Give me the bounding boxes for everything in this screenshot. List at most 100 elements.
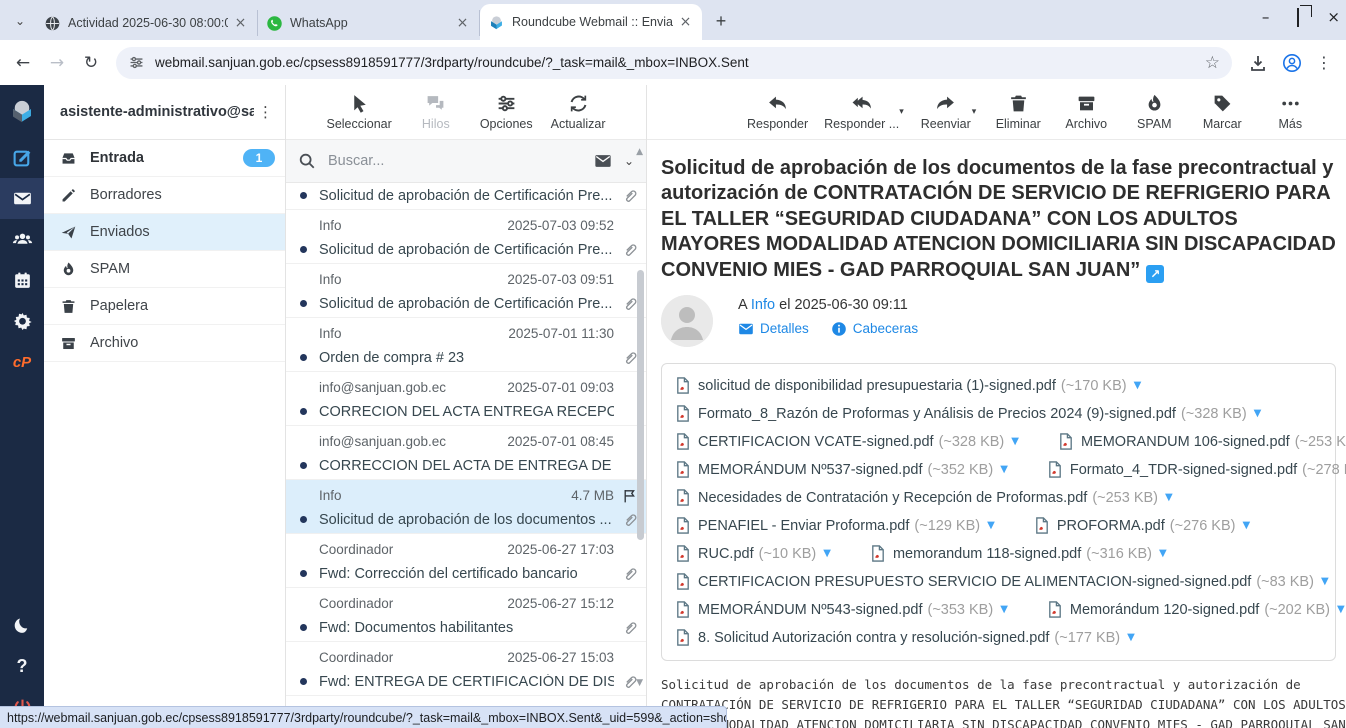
window-restore-button[interactable] [1297,9,1299,26]
attachment-item[interactable]: PENAFIEL - Enviar Proforma.pdf (~129 KB)… [676,517,995,534]
mail-toolbar-marcar[interactable]: Marcar [1196,93,1248,131]
list-toolbar-hilos[interactable]: Hilos [410,93,462,131]
browser-tab[interactable]: Actividad 2025-06-30 08:00:00 × [36,10,258,36]
tab-close-icon[interactable]: × [454,15,471,32]
mail-toolbar-responder-[interactable]: Responder ... [824,93,899,131]
profile-icon[interactable] [1282,53,1302,73]
reload-icon[interactable]: ↻ [76,48,106,78]
attachment-name[interactable]: memorandum 118-signed.pdf [893,546,1081,562]
rail-dark-mode-icon[interactable] [0,605,44,646]
attachment-menu-caret-icon[interactable]: ▼ [823,548,831,559]
folder-item-entrada[interactable]: Entrada 1 [44,140,285,177]
recipient-link[interactable]: Info [751,297,775,313]
folder-item-borradores[interactable]: Borradores [44,177,285,214]
mail-toolbar-archivo[interactable]: Archivo [1060,93,1112,131]
attachment-name[interactable]: Formato_8_Razón de Proformas y Análisis … [698,406,1176,422]
browser-menu-icon[interactable]: ⋮ [1316,53,1332,72]
attachment-menu-caret-icon[interactable]: ▼ [1011,436,1019,447]
list-toolbar-opciones[interactable]: Opciones [480,93,533,131]
message-list-item[interactable]: Solicitud de aprobación de Certificación… [286,183,646,210]
attachment-item[interactable]: CERTIFICACION PRESUPUESTO SERVICIO DE AL… [676,573,1329,590]
rail-contacts-icon[interactable] [0,219,44,260]
attachment-item[interactable]: Memorándum 120-signed.pdf (~202 KB) ▼ [1048,601,1345,618]
attachment-menu-caret-icon[interactable]: ▼ [1127,632,1135,643]
dropdown-caret-icon[interactable]: ▾ [972,107,977,117]
attachment-name[interactable]: RUC.pdf [698,546,754,562]
url-text[interactable]: webmail.sanjuan.gob.ec/cpsess8918591777/… [155,55,1205,70]
attachment-menu-caret-icon[interactable]: ▼ [1000,464,1008,475]
bookmark-star-icon[interactable]: ☆ [1205,53,1220,73]
message-list-item[interactable]: Info 2025-07-03 09:52 Solicitud de aprob… [286,210,646,264]
mail-toolbar-más[interactable]: Más [1264,93,1316,131]
attachment-menu-caret-icon[interactable]: ▼ [1242,520,1250,531]
attachment-name[interactable]: Formato_4_TDR-signed-signed.pdf [1070,462,1297,478]
search-input[interactable] [326,152,594,170]
attachment-name[interactable]: CERTIFICACION VCATE-signed.pdf [698,434,934,450]
attachment-name[interactable]: 8. Solicitud Autorización contra y resol… [698,630,1049,646]
headers-toggle[interactable]: Cabeceras [831,321,918,337]
new-tab-button[interactable]: + [708,8,734,34]
attachment-item[interactable]: MEMORÁNDUM Nº537-signed.pdf (~352 KB) ▼ [676,461,1008,478]
attachment-menu-caret-icon[interactable]: ▼ [1254,408,1262,419]
attachment-item[interactable]: 8. Solicitud Autorización contra y resol… [676,629,1135,646]
rail-calendar-icon[interactable] [0,260,44,301]
message-list-item[interactable]: Info 2025-07-03 09:51 Solicitud de aprob… [286,264,646,318]
attachment-item[interactable]: MEMORANDUM 106-signed.pdf (~253 KB) ▼ [1059,433,1346,450]
tab-close-icon[interactable]: × [232,15,249,32]
message-list-item[interactable]: Coordinador 2025-06-27 15:12 Fwd: Docume… [286,588,646,642]
account-header[interactable]: asistente-administrativo@sa... ⋮ [44,85,285,140]
account-menu-icon[interactable]: ⋮ [254,103,277,121]
search-scope-envelope-icon[interactable] [594,152,612,170]
attachment-name[interactable]: PENAFIEL - Enviar Proforma.pdf [698,518,909,534]
site-settings-icon[interactable] [128,54,145,71]
folder-item-spam[interactable]: SPAM [44,251,285,288]
attachment-menu-caret-icon[interactable]: ▼ [1000,604,1008,615]
open-in-new-window-icon[interactable]: ↗ [1146,265,1164,283]
message-list-item[interactable]: Coordinador 2025-06-27 17:03 Fwd: Correc… [286,534,646,588]
search-bar[interactable]: ⌄ [286,140,646,183]
downloads-icon[interactable] [1248,53,1268,73]
rail-mail-icon[interactable] [0,178,44,219]
attachment-menu-caret-icon[interactable]: ▼ [1337,604,1345,615]
scrollbar-up-icon[interactable]: ▲ [636,147,643,157]
attachment-name[interactable]: PROFORMA.pdf [1057,518,1165,534]
scrollbar-down-icon[interactable]: ▼ [636,678,643,688]
attachment-name[interactable]: CERTIFICACION PRESUPUESTO SERVICIO DE AL… [698,574,1251,590]
list-toolbar-seleccionar[interactable]: Seleccionar [326,93,391,131]
attachment-menu-caret-icon[interactable]: ▼ [1321,576,1329,587]
attachment-menu-caret-icon[interactable]: ▼ [987,520,995,531]
window-minimize-button[interactable]: – [1262,8,1270,26]
attachment-item[interactable]: CERTIFICACION VCATE-signed.pdf (~328 KB)… [676,433,1019,450]
mail-toolbar-reenviar[interactable]: Reenviar [920,93,972,131]
attachment-name[interactable]: MEMORÁNDUM Nº543-signed.pdf [698,602,922,618]
mail-toolbar-responder[interactable]: Responder [747,93,808,131]
message-list-item[interactable]: info@sanjuan.gob.ec 2025-07-01 08:45 COR… [286,426,646,480]
mail-toolbar-eliminar[interactable]: Eliminar [992,93,1044,131]
attachment-item[interactable]: Necesidades de Contratación y Recepción … [676,489,1173,506]
attachment-name[interactable]: MEMORANDUM 106-signed.pdf [1081,434,1290,450]
attachment-menu-caret-icon[interactable]: ▼ [1134,380,1142,391]
url-bar[interactable]: webmail.sanjuan.gob.ec/cpsess8918591777/… [116,47,1232,79]
message-list-item[interactable]: Info 2025-07-01 11:30 Orden de compra # … [286,318,646,372]
message-list-item[interactable]: Info 4.7 MB Solicitud de aprobación de l… [286,480,646,534]
attachment-item[interactable]: memorandum 118-signed.pdf (~316 KB) ▼ [871,545,1167,562]
details-toggle[interactable]: Detalles [738,321,809,337]
tab-list-chevron-icon[interactable]: ⌄ [6,7,34,35]
attachment-name[interactable]: MEMORÁNDUM Nº537-signed.pdf [698,462,922,478]
dropdown-caret-icon[interactable]: ▾ [899,107,904,117]
window-close-button[interactable]: × [1327,8,1340,26]
attachment-name[interactable]: Memorándum 120-signed.pdf [1070,602,1259,618]
mail-toolbar-spam[interactable]: SPAM [1128,93,1180,131]
attachment-name[interactable]: Necesidades de Contratación y Recepción … [698,490,1087,506]
list-toolbar-actualizar[interactable]: Actualizar [551,93,606,131]
attachment-item[interactable]: Formato_4_TDR-signed-signed.pdf (~278 KB… [1048,461,1346,478]
browser-tab[interactable]: WhatsApp × [258,10,480,36]
rail-roundcube-logo[interactable] [0,85,44,137]
attachment-item[interactable]: MEMORÁNDUM Nº543-signed.pdf (~353 KB) ▼ [676,601,1008,618]
attachment-item[interactable]: solicitud de disponibilidad presupuestar… [676,377,1141,394]
attachment-menu-caret-icon[interactable]: ▼ [1159,548,1167,559]
forward-icon[interactable]: → [42,48,72,78]
message-list-item[interactable]: info@sanjuan.gob.ec 2025-07-01 09:03 COR… [286,372,646,426]
message-list-item[interactable]: Coordinador 2025-06-27 15:03 Fwd: ENTREG… [286,642,646,696]
browser-tab[interactable]: Roundcube Webmail :: Enviados × [480,4,702,40]
